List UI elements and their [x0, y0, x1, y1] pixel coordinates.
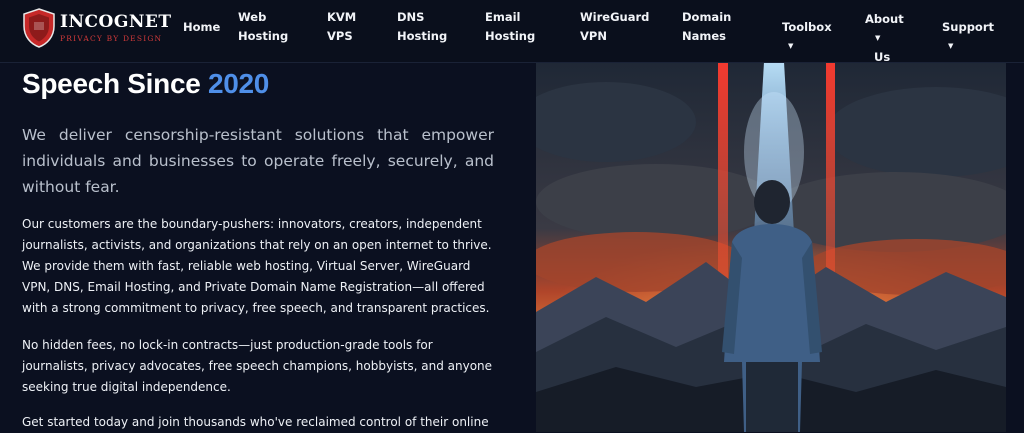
- nav-email-hosting-line1: Email: [485, 10, 521, 24]
- nav-toolbox-label: Toolbox: [782, 20, 832, 34]
- brand-tagline: PRIVACY BY DESIGN: [60, 34, 163, 43]
- nav-support-label: Support: [942, 20, 995, 34]
- hero-paragraph-no-fees: No hidden fees, no lock-in contracts—jus…: [22, 338, 493, 394]
- hero-lead: We deliver censorship-resistant solution…: [22, 126, 494, 196]
- hero-heading: Speech Since 2020: [22, 68, 269, 100]
- hero-paragraph-customers: Our customers are the boundary-pushers: …: [22, 217, 492, 315]
- hero-heading-text: Speech Since: [22, 68, 208, 99]
- nav-web-hosting[interactable]: Web Hosting: [238, 8, 288, 46]
- caret-down-icon: ▼: [948, 42, 954, 50]
- shield-icon: [23, 8, 55, 48]
- caret-down-icon: ▼: [788, 42, 794, 50]
- nav-wireguard-vpn-line2: VPN: [580, 29, 607, 43]
- nav-dns-hosting[interactable]: DNS Hosting: [397, 8, 447, 46]
- nav-about-us-line2: Us: [874, 50, 891, 64]
- nav-email-hosting[interactable]: Email Hosting: [485, 8, 535, 46]
- caret-down-icon: ▼: [875, 34, 881, 42]
- hero-heading-year: 2020: [207, 68, 270, 99]
- nav-domain-names[interactable]: Domain Names: [682, 8, 731, 46]
- nav-dns-hosting-line1: DNS: [397, 10, 425, 24]
- nav-home[interactable]: Home: [183, 18, 220, 37]
- hero-illustration: [536, 62, 1006, 432]
- brand-name: INCOGNET: [60, 12, 172, 32]
- top-navbar: INCOGNET PRIVACY BY DESIGN Home Web Host…: [0, 0, 1024, 64]
- hero-paragraph-get-started: Get started today and join thousands who…: [22, 415, 489, 429]
- nav-web-hosting-line1: Web: [238, 10, 267, 24]
- nav-toolbox[interactable]: Toolbox ▼: [782, 18, 832, 56]
- nav-about-us-label-1: About: [865, 12, 904, 26]
- nav-wireguard-vpn-line1: WireGuard: [580, 10, 650, 24]
- nav-kvm-vps-line1: KVM: [327, 10, 357, 24]
- nav-wireguard-vpn[interactable]: WireGuard VPN: [580, 8, 649, 46]
- nav-about-us[interactable]: About ▼ Us: [865, 10, 904, 67]
- nav-domain-names-line2: Names: [682, 29, 727, 43]
- nav-domain-names-line1: Domain: [682, 10, 732, 24]
- nav-kvm-vps-line2: VPS: [327, 29, 353, 43]
- nav-support[interactable]: Support ▼: [942, 18, 994, 56]
- nav-home-label: Home: [183, 20, 221, 34]
- hero-illustration-art: [536, 62, 1006, 432]
- nav-kvm-vps[interactable]: KVM VPS: [327, 8, 356, 46]
- nav-dns-hosting-line2: Hosting: [397, 29, 448, 43]
- brand-logo[interactable]: INCOGNET PRIVACY BY DESIGN: [22, 8, 172, 48]
- nav-email-hosting-line2: Hosting: [485, 29, 536, 43]
- nav-about-us-line1: About ▼: [865, 10, 904, 48]
- nav-web-hosting-line2: Hosting: [238, 29, 289, 43]
